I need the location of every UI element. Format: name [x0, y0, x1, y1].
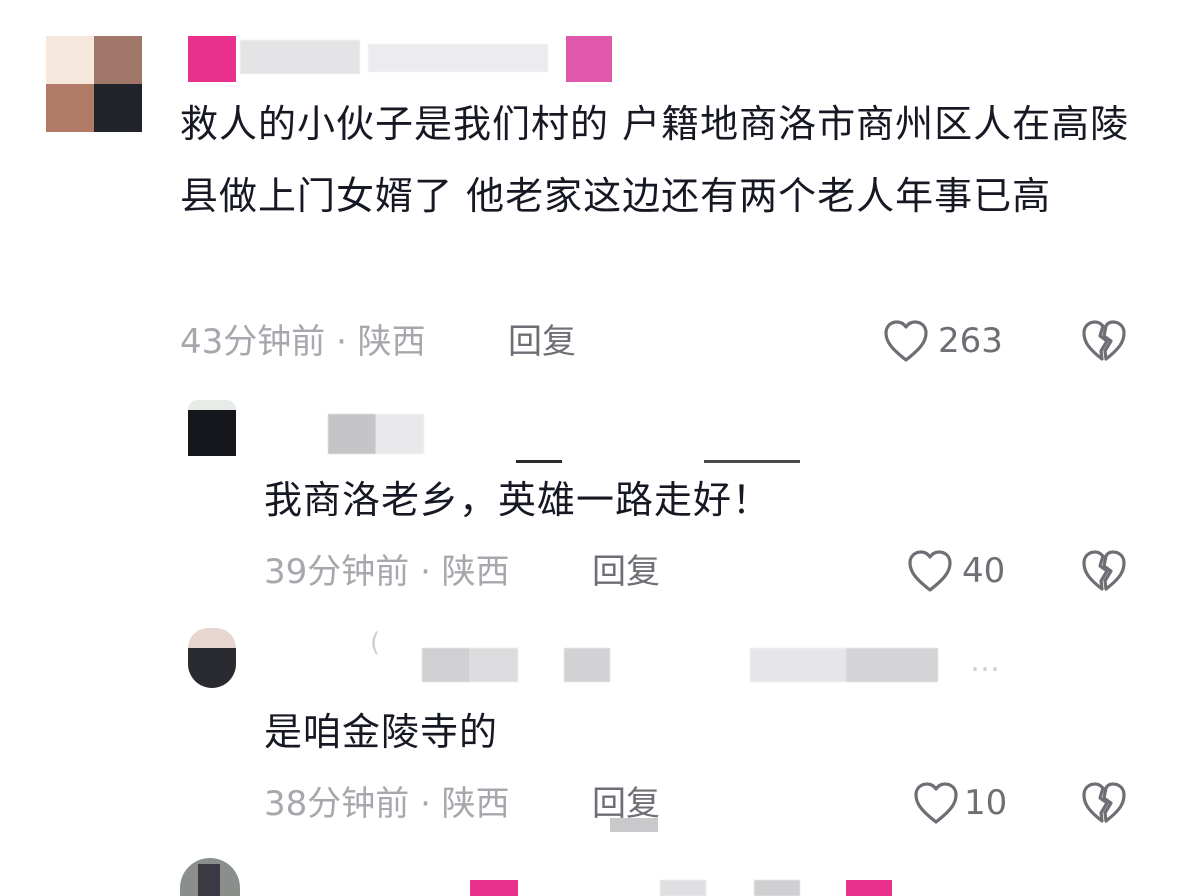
heart-outline-icon — [912, 780, 960, 826]
like-count: 40 — [962, 551, 1006, 591]
username-obscured[interactable] — [328, 414, 808, 470]
obscured-text-ellipsis: … — [970, 644, 1000, 679]
comment-timestamp: 39分钟前 · 陕西 — [264, 552, 510, 592]
avatar[interactable] — [188, 628, 236, 688]
like-count: 10 — [964, 783, 1008, 823]
comment-timestamp: 43分钟前 · 陕西 — [180, 322, 426, 362]
broken-heart-icon — [1080, 780, 1128, 826]
dislike-button[interactable] — [1080, 318, 1128, 364]
like-count: 263 — [938, 321, 1003, 361]
avatar[interactable] — [46, 36, 142, 132]
dislike-button[interactable] — [1080, 548, 1128, 594]
comment-text: 是咱金陵寺的 — [264, 710, 499, 754]
like-button[interactable]: 263 — [882, 318, 1003, 364]
like-button[interactable]: 10 — [912, 780, 1007, 826]
username-obscured[interactable] — [470, 880, 900, 896]
reply-button[interactable]: 回复 — [592, 552, 660, 592]
comment-timestamp: 38分钟前 · 陕西 — [264, 784, 510, 824]
username-obscured[interactable] — [188, 36, 618, 84]
dislike-button[interactable] — [1080, 780, 1128, 826]
like-button[interactable]: 40 — [906, 548, 1005, 594]
heart-outline-icon — [906, 548, 954, 594]
comment-text: 救人的小伙子是我们村的 户籍地商洛市商州区人在高陵县做上门女婿了 他老家这边还有… — [180, 102, 1130, 218]
username-obscured[interactable]: ( … — [370, 628, 1110, 692]
broken-heart-icon — [1080, 318, 1128, 364]
broken-heart-icon — [1080, 548, 1128, 594]
overlay-smudge — [610, 818, 658, 832]
heart-outline-icon — [882, 318, 930, 364]
avatar[interactable] — [180, 858, 240, 896]
comment-text: 我商洛老乡，英雄一路走好！ — [264, 478, 772, 522]
avatar[interactable] — [188, 400, 236, 456]
reply-button[interactable]: 回复 — [508, 322, 576, 362]
